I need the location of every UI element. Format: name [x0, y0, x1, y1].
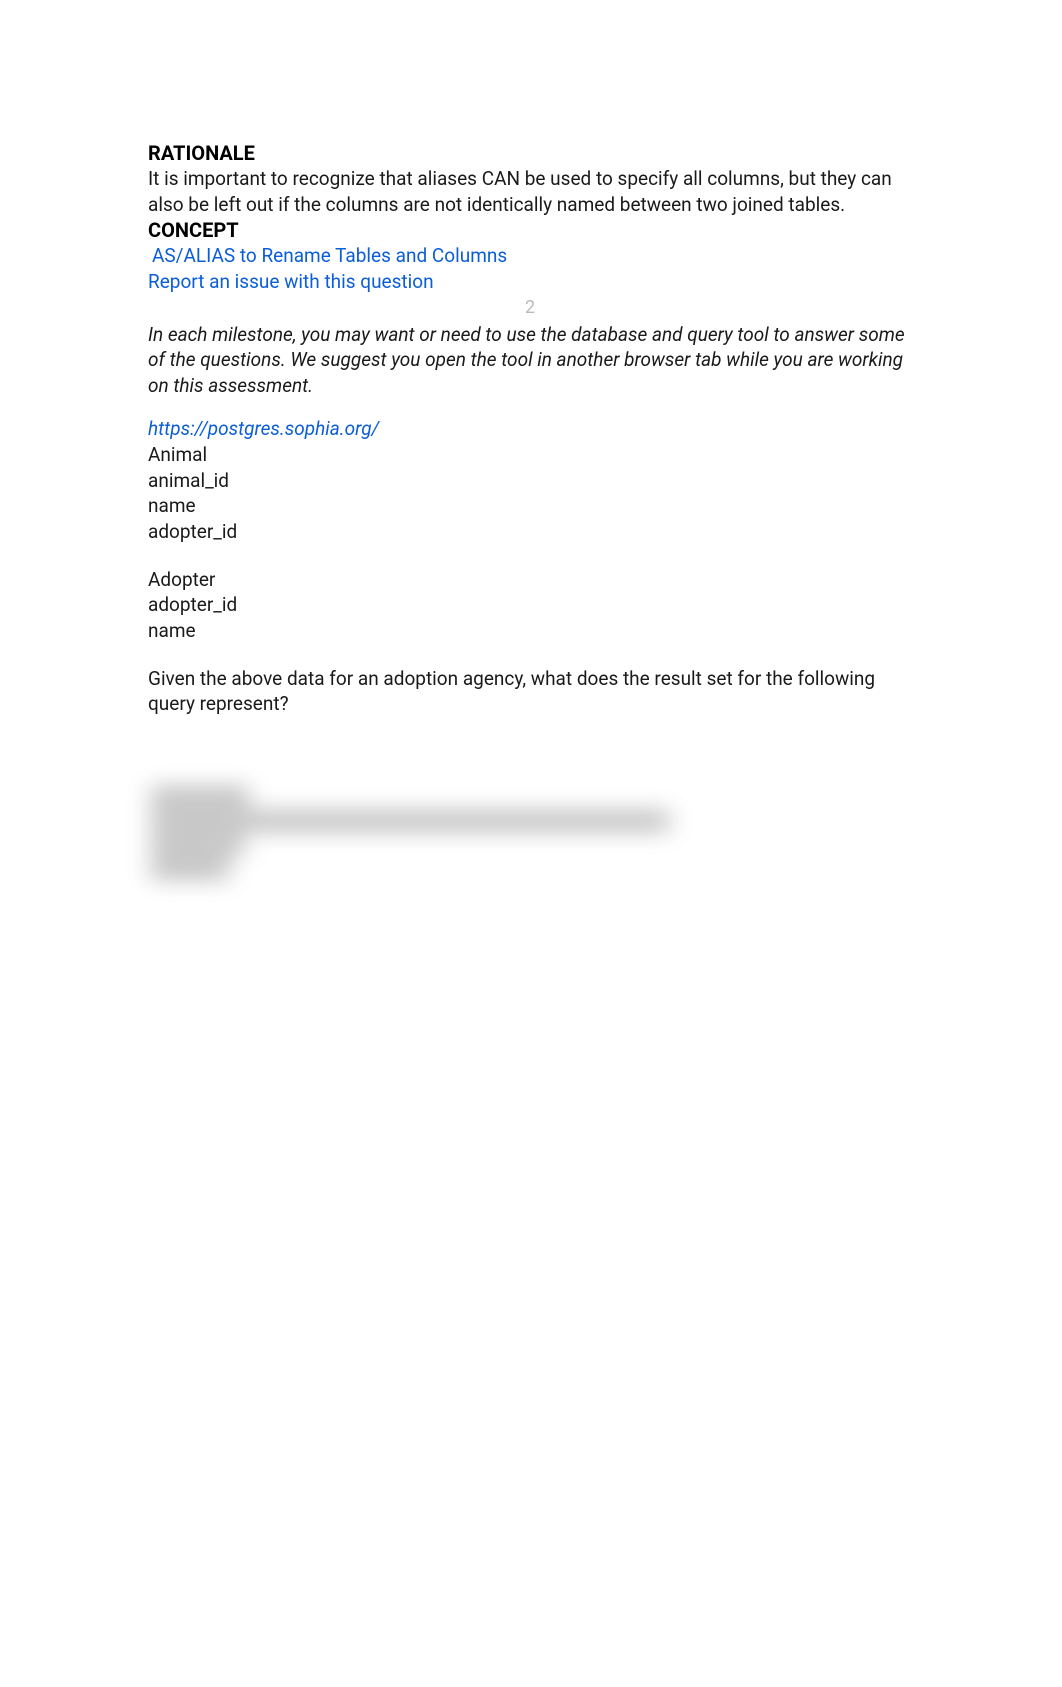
schema-table-1-col-1: name — [148, 493, 912, 519]
schema-table-2-name: Adopter — [148, 567, 912, 593]
schema-table-1-name: Animal — [148, 442, 912, 468]
schema-table-2-col-0: adopter_id — [148, 592, 912, 618]
concept-heading: CONCEPT — [148, 217, 912, 243]
schema-table-1-col-2: adopter_id — [148, 519, 912, 545]
instructions-text: In each milestone, you may want or need … — [148, 322, 912, 399]
tool-url-link[interactable]: https://postgres.sophia.org/ — [148, 416, 912, 442]
document-content: RATIONALE It is important to recognize t… — [0, 0, 1062, 717]
concept-link[interactable]: AS/ALIAS to Rename Tables and Columns — [148, 243, 912, 269]
schema-table-1-col-0: animal_id — [148, 468, 912, 494]
question-number: 2 — [148, 297, 912, 318]
schema-table-2-col-1: name — [148, 618, 912, 644]
blurred-preview-content — [70, 790, 820, 900]
rationale-heading: RATIONALE — [148, 140, 912, 166]
rationale-text: It is important to recognize that aliase… — [148, 166, 912, 217]
report-issue-link[interactable]: Report an issue with this question — [148, 269, 912, 295]
question-text: Given the above data for an adoption age… — [148, 666, 912, 717]
